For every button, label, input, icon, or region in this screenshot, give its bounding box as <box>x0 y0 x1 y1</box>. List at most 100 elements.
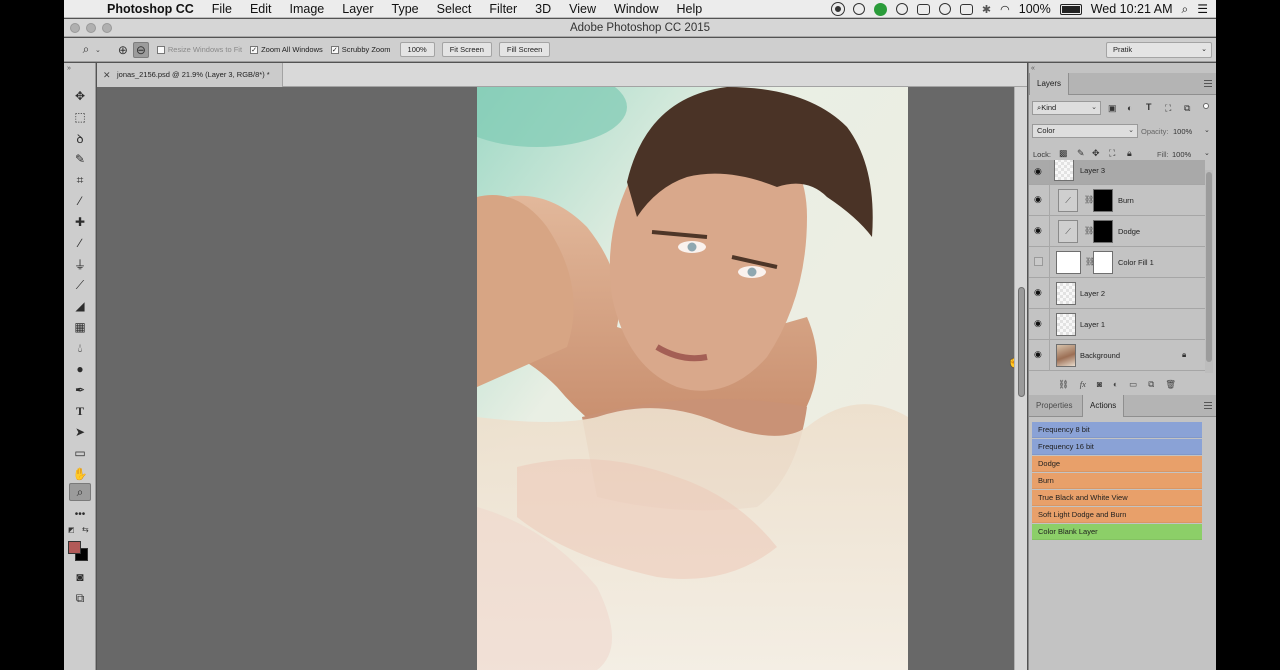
tab-properties[interactable]: Properties <box>1029 395 1079 417</box>
hand-tool-icon[interactable]: ✋ <box>69 465 91 483</box>
blend-mode-dropdown[interactable]: Color ⌄ <box>1032 124 1138 138</box>
menu-filter[interactable]: Filter <box>480 2 526 16</box>
edit-toolbar-icon[interactable]: ••• <box>69 505 91 523</box>
gradient-tool-icon[interactable]: ▦ <box>69 318 91 336</box>
zoom-tool-icon[interactable]: ⌕ <box>69 483 91 501</box>
panel-menu-icon[interactable] <box>1204 402 1212 409</box>
notification-list-icon[interactable]: ☰ <box>1197 2 1208 16</box>
menu-view[interactable]: View <box>560 2 605 16</box>
filter-smart-object-icon[interactable]: ⧉ <box>1184 103 1190 114</box>
lock-all-icon[interactable]: 🔒︎ <box>1127 148 1132 159</box>
volume-icon[interactable] <box>959 3 973 15</box>
close-document-icon[interactable]: ✕ <box>103 63 111 87</box>
visibility-eye-icon[interactable]: ◉ <box>1034 167 1044 176</box>
battery-icon[interactable] <box>1059 3 1082 15</box>
scrubby-zoom-checkbox[interactable]: ✓ Scrubby Zoom <box>330 45 391 54</box>
visibility-eye-icon[interactable]: ◉ <box>1034 319 1044 328</box>
menu-edit[interactable]: Edit <box>241 2 281 16</box>
layers-scrollbar-thumb[interactable] <box>1206 172 1212 362</box>
type-tool-icon[interactable]: T <box>69 402 91 420</box>
screen-mode-icon[interactable]: ⧉ <box>69 589 91 607</box>
creative-cloud-icon[interactable] <box>852 3 865 15</box>
filter-kind-dropdown[interactable]: ⌕Kind ⌄ <box>1032 101 1101 115</box>
time-machine-icon[interactable] <box>938 3 951 15</box>
headphones-icon[interactable] <box>895 3 908 15</box>
zoom-all-windows-checkbox[interactable]: ✓ Zoom All Windows <box>250 45 323 54</box>
layer-name[interactable]: Layer 2 <box>1080 278 1105 309</box>
fill-chevron-icon[interactable]: ⌄ <box>1204 149 1210 157</box>
layer-name[interactable]: Color Fill 1 <box>1118 247 1154 278</box>
lock-image-icon[interactable]: ✎ <box>1077 148 1085 159</box>
fill-screen-button[interactable]: Fill Screen <box>498 42 551 57</box>
eyedropper-tool-icon[interactable]: ⁄ <box>69 192 91 210</box>
filter-type-icon[interactable]: T <box>1146 102 1152 112</box>
action-button[interactable]: Color Blank Layer <box>1032 524 1202 540</box>
minimize-window-button[interactable] <box>86 23 96 33</box>
workspace-switcher[interactable]: Pratik ⌄ <box>1106 42 1212 58</box>
visibility-eye-icon[interactable]: ◉ <box>1034 350 1044 359</box>
lock-position-icon[interactable]: ✥ <box>1092 148 1100 159</box>
tab-actions[interactable]: Actions <box>1082 395 1125 417</box>
action-button[interactable]: Dodge <box>1032 456 1202 472</box>
layer-row[interactable]: ◉ Background 🔒︎ <box>1029 340 1205 371</box>
layer-name[interactable]: Background <box>1080 340 1120 371</box>
layer-mask-thumbnail[interactable] <box>1093 251 1113 274</box>
layer-mask-thumbnail[interactable] <box>1093 189 1113 212</box>
filter-pixel-icon[interactable]: ▣ <box>1108 103 1117 114</box>
foreground-color-swatch[interactable] <box>68 541 81 554</box>
layer-row[interactable]: ⛓ Color Fill 1 <box>1029 247 1205 278</box>
layer-row[interactable]: ◉ Layer 1 <box>1029 309 1205 340</box>
evernote-icon[interactable] <box>873 2 887 16</box>
layer-row[interactable]: ◉ Layer 2 <box>1029 278 1205 309</box>
action-button[interactable]: Frequency 16 bit <box>1032 439 1202 455</box>
lasso-tool-icon[interactable]: ꝺ <box>69 129 91 147</box>
action-button[interactable]: Burn <box>1032 473 1202 489</box>
pen-tool-icon[interactable]: ✒ <box>69 381 91 399</box>
eraser-tool-icon[interactable]: ◢ <box>69 297 91 315</box>
opacity-chevron-icon[interactable]: ⌄ <box>1204 126 1210 134</box>
document-tab[interactable]: ✕ jonas_2156.psd @ 21.9% (Layer 3, RGB/8… <box>97 63 283 87</box>
tab-layers[interactable]: Layers <box>1029 73 1070 95</box>
quick-select-tool-icon[interactable]: ✎ <box>69 150 91 168</box>
layer-row[interactable]: ◉ Layer 3 <box>1029 160 1205 191</box>
path-selection-tool-icon[interactable]: ➤ <box>69 423 91 441</box>
new-group-icon[interactable]: ▭ <box>1129 379 1137 390</box>
layer-name[interactable]: Layer 3 <box>1080 160 1105 182</box>
menu-image[interactable]: Image <box>281 2 334 16</box>
layer-name[interactable]: Dodge <box>1118 216 1140 247</box>
menu-type[interactable]: Type <box>383 2 428 16</box>
menu-app-name[interactable]: Photoshop CC <box>100 2 203 16</box>
zoom-out-icon[interactable]: ⊖ <box>132 41 149 58</box>
action-button[interactable]: Soft Light Dodge and Burn <box>1032 507 1202 523</box>
panel-menu-icon[interactable] <box>1204 80 1212 87</box>
layer-lock-icon[interactable]: 🔒︎ <box>1182 350 1186 360</box>
new-layer-icon[interactable]: ⧉ <box>1148 379 1154 390</box>
fit-screen-button[interactable]: Fit Screen <box>441 42 492 57</box>
preset-dropdown-icon[interactable]: ⌄ <box>95 46 101 54</box>
layers-scrollbar[interactable] <box>1205 170 1213 373</box>
add-mask-icon[interactable]: ◙ <box>1097 379 1102 389</box>
layer-row[interactable]: ◉ ⟋ ⛓ Dodge <box>1029 216 1205 247</box>
filter-adjustment-icon[interactable]: ◐ <box>1127 103 1132 113</box>
fill-value[interactable]: 100% <box>1172 150 1191 159</box>
menu-window[interactable]: Window <box>605 2 667 16</box>
layer-mask-thumbnail[interactable] <box>1093 220 1113 243</box>
layer-row[interactable]: ◉ ⟋ ⛓ Burn <box>1029 185 1205 216</box>
menu-help[interactable]: Help <box>668 2 712 16</box>
history-brush-tool-icon[interactable]: ⟋ <box>69 276 91 294</box>
action-button[interactable]: Frequency 8 bit <box>1032 422 1202 438</box>
delete-layer-icon[interactable]: 🗑︎ <box>1165 379 1176 390</box>
action-button[interactable]: True Black and White View <box>1032 490 1202 506</box>
clone-stamp-tool-icon[interactable]: ⏚ <box>69 255 91 273</box>
link-layers-icon[interactable]: ⛓ <box>1058 379 1069 390</box>
document-image[interactable] <box>477 87 908 670</box>
filter-toggle-icon[interactable] <box>1203 103 1209 109</box>
move-tool-icon[interactable]: ✥ <box>69 87 91 105</box>
visibility-eye-icon[interactable]: ◉ <box>1034 288 1044 297</box>
filter-shape-icon[interactable]: ⛶ <box>1165 103 1171 114</box>
visibility-eye-icon[interactable]: ◉ <box>1034 195 1044 204</box>
menu-3d[interactable]: 3D <box>526 2 560 16</box>
visibility-eye-icon[interactable]: ◉ <box>1034 226 1044 235</box>
brush-tool-icon[interactable]: ∕ <box>69 234 91 252</box>
bluetooth-icon[interactable]: ✱ <box>982 3 991 16</box>
